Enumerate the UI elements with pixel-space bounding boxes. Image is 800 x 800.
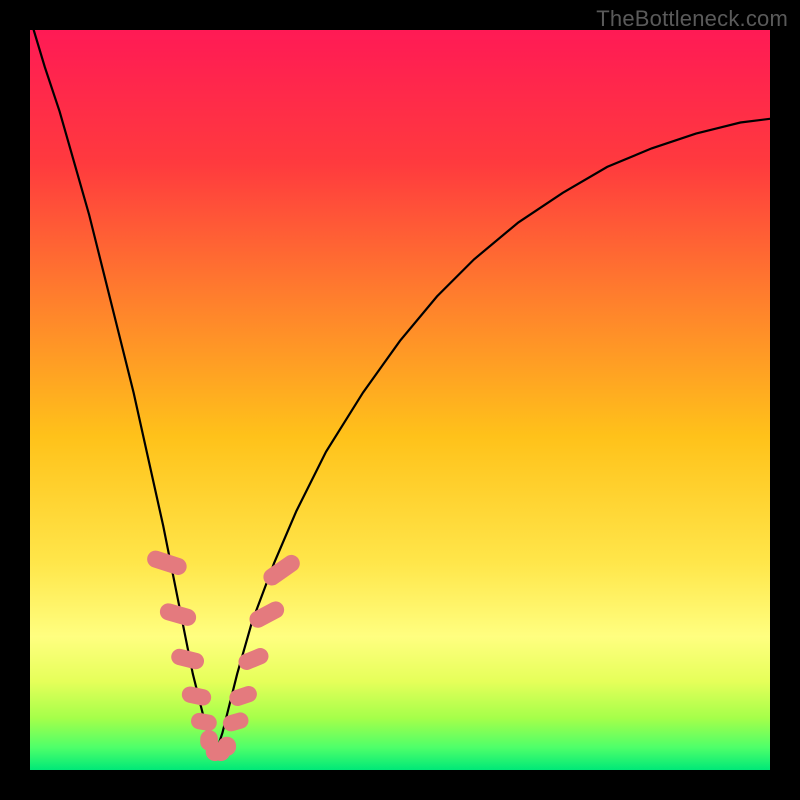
curve-layer	[30, 30, 770, 770]
curve-left-branch	[34, 30, 215, 755]
curve-marker	[221, 711, 250, 734]
curve-marker	[236, 646, 271, 673]
watermark-text: TheBottleneck.com	[596, 6, 788, 32]
curve-marker	[260, 552, 303, 589]
curve-marker	[246, 598, 287, 630]
curve-marker	[180, 685, 212, 707]
plot-area	[30, 30, 770, 770]
curve-marker	[145, 548, 189, 577]
chart-frame: TheBottleneck.com	[0, 0, 800, 800]
curve-marker	[190, 712, 218, 733]
curve-marker	[169, 647, 205, 671]
curve-right-branch	[215, 119, 770, 755]
curve-marker	[218, 737, 237, 756]
curve-marker	[227, 684, 259, 708]
